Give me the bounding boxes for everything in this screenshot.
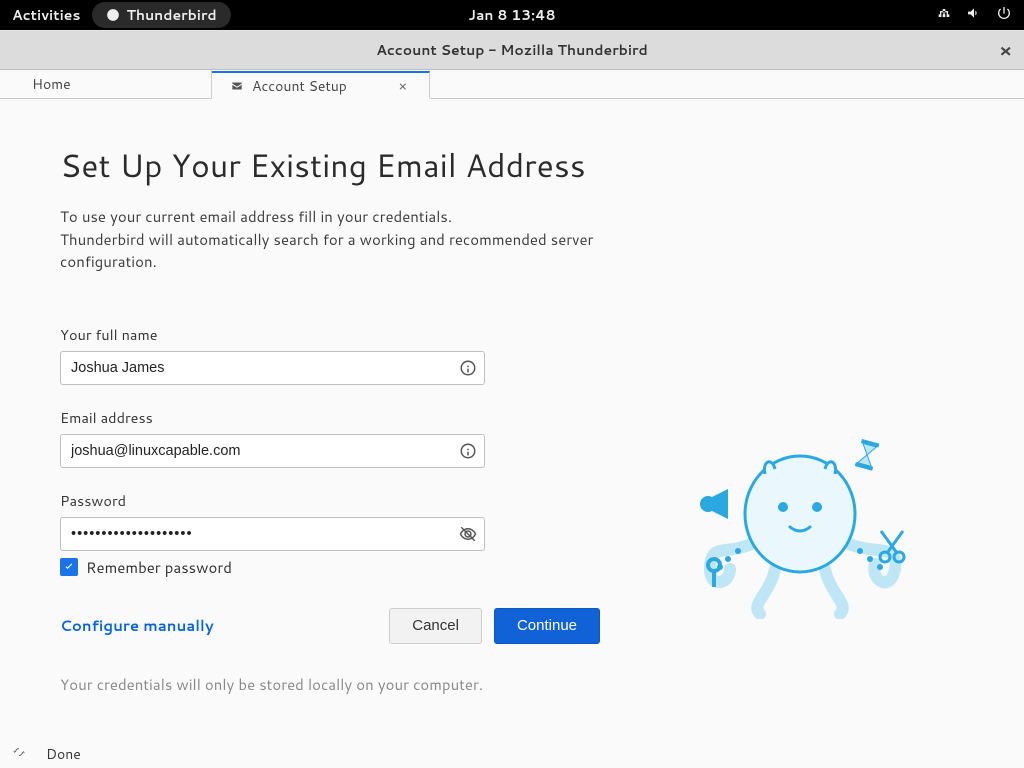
continue-button[interactable]: Continue [494,608,600,644]
cancel-button[interactable]: Cancel [389,608,482,644]
name-label: Your full name [60,324,600,345]
info-icon[interactable] [459,442,477,460]
network-icon[interactable] [936,5,952,26]
thunderbird-icon [106,8,120,22]
info-icon[interactable] [459,359,477,377]
tab-setup-label: Account Setup [252,76,347,96]
page-heading: Set Up Your Existing Email Address [60,143,600,188]
gnome-topbar: Activities Thunderbird Jan 8 13:48 [0,0,1024,30]
status-bar: Done [0,740,1024,768]
app-name-label: Thunderbird [126,5,216,25]
remember-password-checkbox[interactable]: Remember password [60,557,600,578]
sound-icon[interactable] [966,5,982,26]
clock[interactable]: Jan 8 13:48 [468,5,555,25]
window-close-button[interactable]: × [999,37,1012,63]
tab-close-button[interactable]: × [395,78,411,94]
window-titlebar[interactable]: Account Setup - Mozilla Thunderbird × [0,30,1024,70]
window-title: Account Setup - Mozilla Thunderbird [376,40,648,60]
tab-home-label: Home [32,74,71,94]
status-text: Done [46,744,81,764]
octopus-illustration [680,343,920,695]
main-content: Set Up Your Existing Email Address To us… [0,99,1024,739]
mail-settings-icon [230,79,244,93]
password-input[interactable] [60,517,485,551]
name-input[interactable] [60,351,485,385]
eye-slash-icon[interactable] [459,525,477,543]
password-label: Password [60,490,600,511]
intro-line-1: To use your current email address fill i… [60,206,600,229]
local-storage-note: Your credentials will only be stored loc… [60,674,600,695]
power-icon[interactable] [996,5,1012,26]
tab-home[interactable]: Home [0,70,212,98]
activities-button[interactable]: Activities [12,5,80,25]
sync-icon[interactable] [10,744,28,764]
tab-account-setup[interactable]: Account Setup × [212,71,430,99]
intro-line-2: Thunderbird will automatically search fo… [60,229,600,274]
checkbox-checked-icon [60,558,78,576]
current-app-chip[interactable]: Thunderbird [92,2,230,28]
email-input[interactable] [60,434,485,468]
configure-manually-link[interactable]: Configure manually [60,615,214,636]
remember-password-label: Remember password [86,557,232,578]
tab-strip: Home Account Setup × [0,70,1024,99]
email-label: Email address [60,407,600,428]
